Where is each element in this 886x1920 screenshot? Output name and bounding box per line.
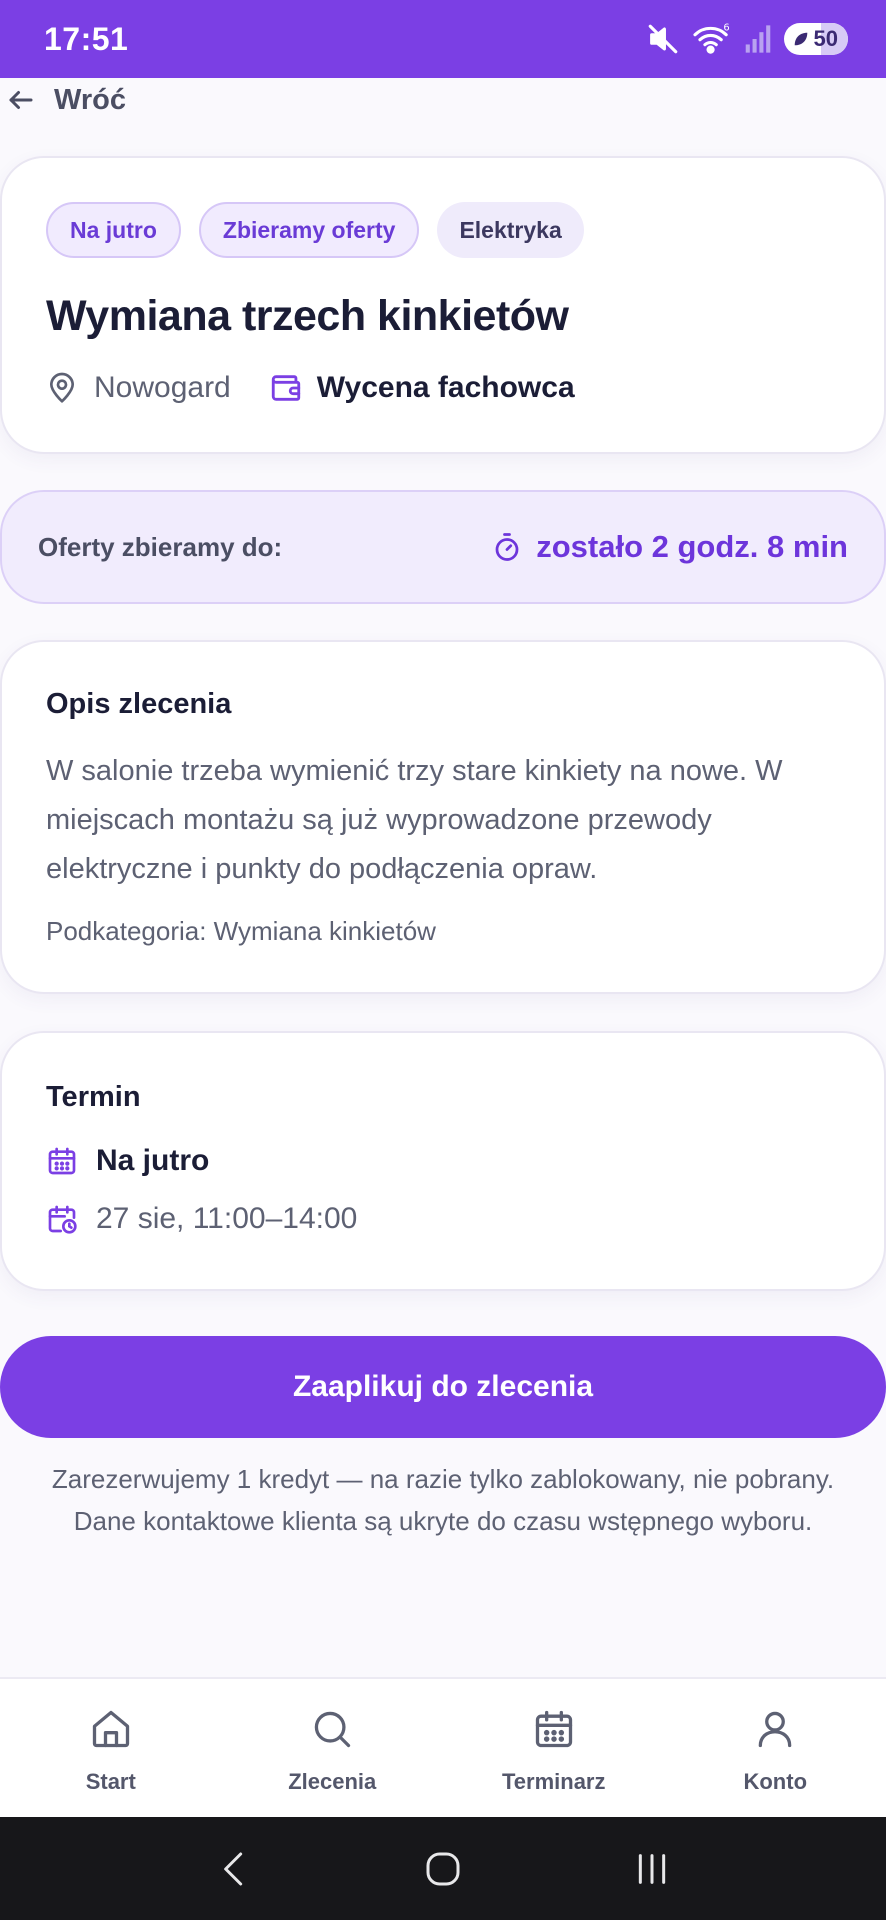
chip-timing: Na jutro	[46, 202, 181, 258]
wallet-icon	[271, 375, 300, 401]
status-time: 17:51	[44, 20, 129, 57]
description-body: W salonie trzeba wymienić trzy stare kin…	[46, 755, 783, 885]
battery-indicator: 50	[783, 23, 848, 55]
chip-category: Elektryka	[437, 202, 584, 258]
system-home-icon[interactable]	[423, 1849, 463, 1889]
remaining-text: zostało 2 godz. 8 min	[536, 529, 848, 564]
status-bar: 17:51 6 50	[0, 0, 886, 78]
bottom-tab-bar: Start Zlecenia Terminarz Konto	[0, 1677, 886, 1817]
map-pin-icon	[50, 372, 74, 403]
term-when-text: Na jutro	[96, 1144, 210, 1177]
job-title: Wymiana trzech kinkietów	[46, 292, 569, 340]
signal-icon	[745, 25, 770, 53]
home-icon	[92, 1710, 129, 1748]
tab-schedule-label: Terminarz	[501, 1769, 606, 1794]
tab-schedule[interactable]: Terminarz	[443, 1679, 665, 1817]
tab-orders-label: Zlecenia	[288, 1769, 377, 1794]
arrow-left-icon	[9, 91, 33, 109]
user-icon	[758, 1711, 792, 1748]
back-button[interactable]: Wróć	[0, 80, 126, 120]
wifi-icon: 6	[692, 23, 729, 54]
job-term-card: Termin Na jutro 27 sie, 11:00–14:00	[0, 1031, 886, 1291]
job-pricing: Wycena fachowca	[269, 371, 575, 405]
calendar-clock-icon	[48, 1205, 77, 1234]
svg-text:6: 6	[723, 23, 729, 34]
credit-note: Zarezerwujemy 1 kredyt — na razie tylko …	[0, 1458, 886, 1542]
battery-level: 50	[813, 26, 838, 51]
tab-orders[interactable]: Zlecenia	[222, 1679, 444, 1817]
back-label: Wróć	[54, 83, 126, 116]
system-nav-bar	[0, 1817, 886, 1920]
tab-account-label: Konto	[743, 1769, 808, 1794]
tab-start[interactable]: Start	[0, 1679, 222, 1817]
job-chips: Na jutro Zbieramy oferty Elektryka	[46, 202, 840, 258]
term-when: Na jutro	[46, 1144, 840, 1178]
tab-start-label: Start	[85, 1769, 136, 1794]
offer-deadline-bar: Oferty zbieramy do: zostało 2 godz. 8 mi…	[0, 490, 886, 604]
credit-note-line2: Dane kontaktowe klienta są ukryte do cza…	[73, 1506, 813, 1536]
deadline-remaining: zostało 2 godz. 8 min	[492, 529, 848, 565]
subcategory-text: Podkategoria: Wymiana kinkietów	[46, 916, 436, 946]
job-meta: Nowogard Wycena fachowca	[46, 371, 840, 405]
description-heading: Opis zlecenia	[46, 688, 232, 720]
term-slot-text: 27 sie, 11:00–14:00	[96, 1202, 358, 1235]
job-location: Nowogard	[46, 371, 231, 405]
job-header-card: Na jutro Zbieramy oferty Elektryka Wymia…	[0, 156, 886, 454]
search-icon	[315, 1711, 351, 1748]
term-slot: 27 sie, 11:00–14:00	[46, 1202, 840, 1236]
term-heading: Termin	[46, 1081, 141, 1113]
apply-button[interactable]: Zaaplikuj do zlecenia	[0, 1336, 886, 1438]
pricing-text: Wycena fachowca	[316, 371, 575, 404]
credit-note-line1: Zarezerwujemy 1 kredyt — na razie tylko …	[51, 1464, 835, 1494]
calendar-icon	[48, 1147, 76, 1175]
system-back-icon[interactable]	[214, 1847, 254, 1891]
timer-icon	[495, 533, 519, 561]
location-text: Nowogard	[94, 371, 231, 404]
calendar-icon	[535, 1710, 572, 1748]
tab-account[interactable]: Konto	[665, 1679, 886, 1817]
leaf-icon	[794, 32, 807, 46]
chip-status: Zbieramy oferty	[198, 202, 420, 258]
deadline-label: Oferty zbieramy do:	[38, 531, 283, 562]
system-recents-icon[interactable]	[632, 1849, 672, 1889]
job-description-card: Opis zlecenia W salonie trzeba wymienić …	[0, 640, 886, 994]
mute-icon	[648, 24, 677, 54]
status-icons: 6 50	[646, 22, 848, 56]
